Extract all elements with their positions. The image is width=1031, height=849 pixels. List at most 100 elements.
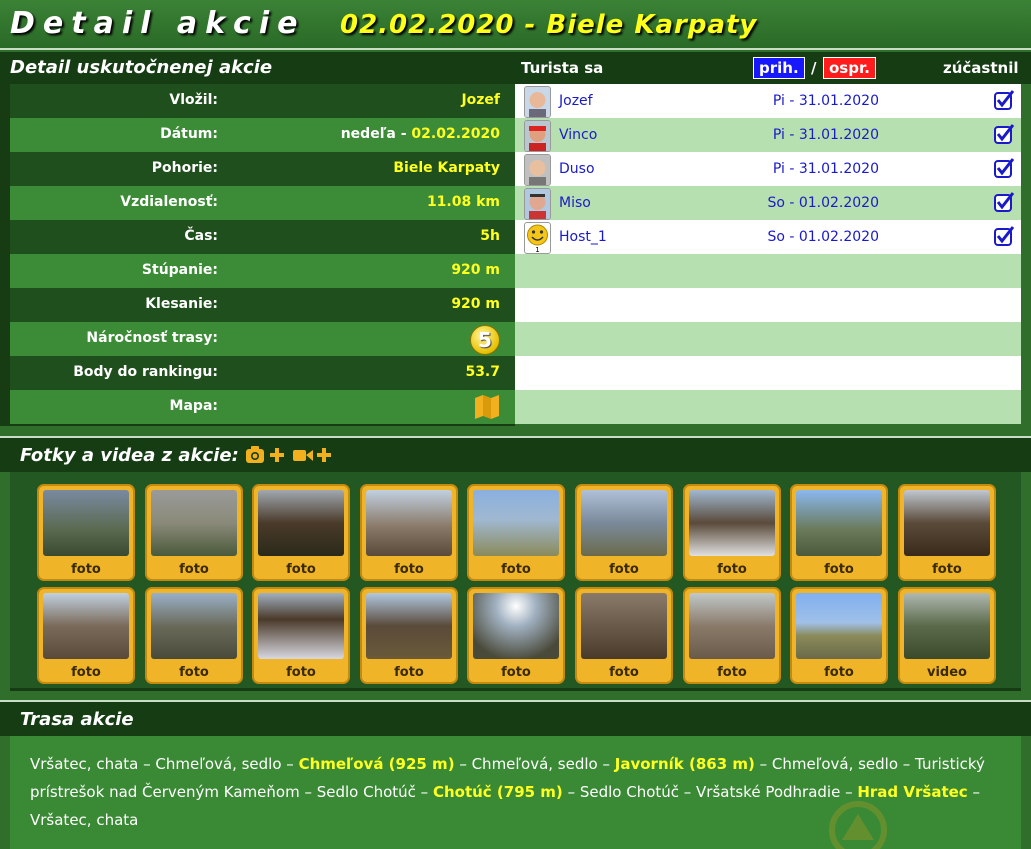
event-title: 02.02.2020 - Biele Karpaty <box>340 10 758 40</box>
empty-row <box>515 288 1021 322</box>
page-title: Detail akcie <box>10 6 306 41</box>
empty-row <box>515 390 1021 424</box>
participant-name[interactable]: Jozef <box>559 93 593 109</box>
thumbnail-caption: foto <box>609 665 639 680</box>
photo-thumbnail[interactable]: foto <box>575 484 673 581</box>
photo-thumbnail[interactable]: foto <box>252 484 350 581</box>
photo-image <box>151 490 237 556</box>
date-separator: - <box>395 126 412 142</box>
add-video-plus-icon[interactable] <box>317 448 331 462</box>
checked-checkbox-icon <box>994 90 1014 110</box>
detail-label: Vzdialenosť: <box>120 194 218 210</box>
avatar <box>524 120 551 152</box>
detail-label: Mapa: <box>169 398 218 414</box>
empty-row <box>515 254 1021 288</box>
route-peak: Javorník (863 m) <box>614 755 755 773</box>
video-image <box>904 593 990 659</box>
gallery-grid: foto foto foto foto foto foto foto foto … <box>10 472 1021 691</box>
participant-name[interactable]: Duso <box>559 161 595 177</box>
registration-date: So - 01.02.2020 <box>767 229 879 245</box>
participant-row: Vinco Pi - 31.01.2020 <box>515 118 1021 152</box>
participant-row: Duso Pi - 31.01.2020 <box>515 152 1021 186</box>
participants-header-label: Turista sa <box>521 59 604 77</box>
thumbnail-caption: foto <box>717 562 747 577</box>
detail-row-ascent: Stúpanie: 920 m <box>10 254 515 288</box>
photo-thumbnail[interactable]: foto <box>683 484 781 581</box>
participant-name[interactable]: Host_1 <box>559 229 607 245</box>
add-photo-plus-icon[interactable] <box>270 448 284 462</box>
photo-thumbnail[interactable]: foto <box>898 484 996 581</box>
distance-value: 11.08 km <box>426 194 500 210</box>
thumbnail-caption: foto <box>932 562 962 577</box>
detail-label: Vložil: <box>169 92 218 108</box>
photo-image <box>366 593 452 659</box>
thumbnail-caption: foto <box>609 562 639 577</box>
attended-label: zúčastnil <box>943 59 1019 77</box>
photo-thumbnail[interactable]: foto <box>790 484 888 581</box>
photo-thumbnail[interactable]: foto <box>575 587 673 684</box>
detail-label: Klesanie: <box>145 296 218 312</box>
author-link[interactable]: Jozef <box>461 92 500 108</box>
date-text: 02.02.2020 <box>411 126 500 142</box>
empty-row <box>515 322 1021 356</box>
thumbnail-caption: foto <box>824 562 854 577</box>
photo-image <box>258 593 344 659</box>
photo-image <box>366 490 452 556</box>
video-camera-icon[interactable] <box>293 450 313 461</box>
photo-image <box>581 490 667 556</box>
map-icon[interactable] <box>474 394 500 420</box>
detail-row-map: Mapa: <box>10 390 515 424</box>
photo-thumbnail[interactable]: foto <box>252 587 350 684</box>
photo-thumbnail[interactable]: foto <box>360 484 458 581</box>
participant-row: 1 Host_1 So - 01.02.2020 <box>515 220 1021 254</box>
participant-row: Jozef Pi - 31.01.2020 <box>515 84 1021 118</box>
video-thumbnail[interactable]: video <box>898 587 996 684</box>
page-header: Detail akcie 02.02.2020 - Biele Karpaty <box>0 0 1031 50</box>
photo-thumbnail[interactable]: foto <box>790 587 888 684</box>
mountains-link[interactable]: Biele Karpaty <box>393 160 500 176</box>
thumbnail-caption: video <box>927 665 967 680</box>
camera-icon[interactable] <box>246 446 264 463</box>
thumbnail-caption: foto <box>286 562 316 577</box>
route-title: Trasa akcie <box>20 709 134 730</box>
detail-section-header: Detail uskutočnenej akcie <box>0 52 515 84</box>
registration-date: Pi - 31.01.2020 <box>772 127 879 143</box>
gallery-header: Fotky a videa z akcie: <box>0 436 1031 472</box>
detail-label: Body do rankingu: <box>73 364 218 380</box>
detail-row-date: Dátum: nedeľa - 02.02.2020 <box>10 118 515 152</box>
photo-image <box>689 490 775 556</box>
route-segment: – Sedlo Chotúč – Vršatské Podhradie – <box>562 783 858 801</box>
detail-label: Čas: <box>184 228 218 244</box>
detail-label: Pohorie: <box>151 160 218 176</box>
thumbnail-caption: foto <box>286 665 316 680</box>
participant-name[interactable]: Miso <box>559 195 591 211</box>
photo-thumbnail[interactable]: foto <box>37 587 135 684</box>
thumbnail-caption: foto <box>824 665 854 680</box>
photo-image <box>151 593 237 659</box>
participant-name[interactable]: Vinco <box>559 127 597 143</box>
thumbnail-caption: foto <box>71 665 101 680</box>
photo-thumbnail[interactable]: foto <box>145 587 243 684</box>
photo-image <box>581 593 667 659</box>
detail-label: Náročnosť trasy: <box>86 330 218 346</box>
detail-row-time: Čas: 5h <box>10 220 515 254</box>
photo-image <box>43 490 129 556</box>
empty-row <box>515 356 1021 390</box>
registration-date: Pi - 31.01.2020 <box>772 161 879 177</box>
photo-thumbnail[interactable]: foto <box>467 484 565 581</box>
registered-badge: prih. <box>753 57 805 79</box>
date-value: nedeľa - 02.02.2020 <box>341 126 500 142</box>
photo-thumbnail[interactable]: foto <box>37 484 135 581</box>
photo-thumbnail[interactable]: foto <box>360 587 458 684</box>
photo-image <box>796 593 882 659</box>
photo-thumbnail[interactable]: foto <box>467 587 565 684</box>
photo-image <box>904 490 990 556</box>
detail-row-difficulty: Náročnosť trasy: 5 <box>10 322 515 356</box>
thumbnail-caption: foto <box>501 562 531 577</box>
photo-thumbnail[interactable]: foto <box>683 587 781 684</box>
checked-checkbox-icon <box>994 226 1014 246</box>
photo-thumbnail[interactable]: foto <box>145 484 243 581</box>
guest-number: 1 <box>535 246 539 253</box>
route-segment: Vršatec, chata – Chmeľová, sedlo – <box>30 755 299 773</box>
avatar <box>524 188 551 220</box>
